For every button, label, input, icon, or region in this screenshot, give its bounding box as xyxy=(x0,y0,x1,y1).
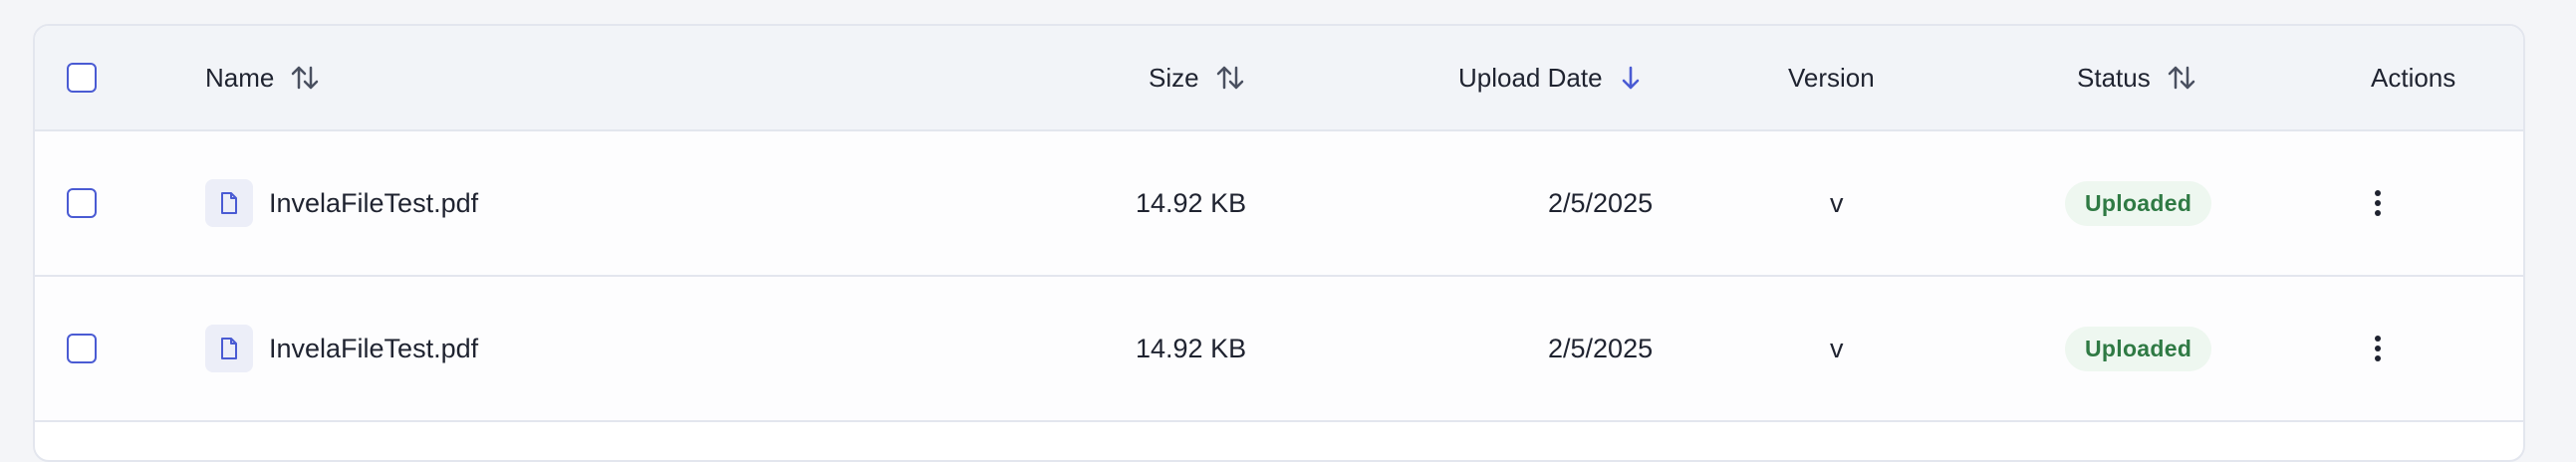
more-vertical-icon[interactable] xyxy=(2363,329,2393,368)
file-size: 14.92 KB xyxy=(1136,333,1247,363)
row-select-cell xyxy=(67,131,97,275)
column-header-status[interactable]: Status xyxy=(2077,26,2196,129)
table-header: Name Size Upload Date Version Status Act… xyxy=(35,26,2523,131)
status-cell: Uploaded xyxy=(2065,131,2212,275)
column-header-upload-date[interactable]: Upload Date xyxy=(1458,26,1643,129)
row-checkbox[interactable] xyxy=(67,334,97,363)
arrow-down-icon[interactable] xyxy=(1619,64,1643,92)
column-label-actions: Actions xyxy=(2371,62,2456,93)
column-header-version: Version xyxy=(1788,26,1875,129)
sort-arrows-icon[interactable] xyxy=(1215,64,1245,92)
column-label-size: Size xyxy=(1149,62,1199,93)
sort-arrows-icon[interactable] xyxy=(290,64,320,92)
file-icon xyxy=(205,179,253,227)
column-header-size[interactable]: Size xyxy=(1149,26,1245,129)
file-name: InvelaFileTest.pdf xyxy=(269,187,479,218)
column-header-actions: Actions xyxy=(2371,26,2455,129)
file-name-cell[interactable]: InvelaFileTest.pdf xyxy=(205,131,478,275)
column-label-upload-date: Upload Date xyxy=(1458,62,1603,93)
column-header-name[interactable]: Name xyxy=(205,26,320,129)
sort-arrows-icon[interactable] xyxy=(2167,64,2196,92)
status-badge: Uploaded xyxy=(2065,180,2212,226)
upload-date: 2/5/2025 xyxy=(1548,187,1654,218)
row-select-cell xyxy=(67,277,97,420)
select-all-checkbox[interactable] xyxy=(67,63,97,93)
column-label-name: Name xyxy=(205,62,275,93)
upload-date: 2/5/2025 xyxy=(1548,333,1654,363)
table-row[interactable]: InvelaFileTest.pdf 14.92 KB 2/5/2025 v U… xyxy=(35,277,2523,422)
actions-cell xyxy=(2363,131,2393,275)
version: v xyxy=(1830,333,1844,363)
version: v xyxy=(1830,187,1844,218)
file-size: 14.92 KB xyxy=(1136,187,1247,218)
file-name: InvelaFileTest.pdf xyxy=(269,333,479,363)
row-checkbox[interactable] xyxy=(67,188,97,218)
actions-cell xyxy=(2363,277,2393,420)
column-label-status: Status xyxy=(2077,62,2151,93)
column-label-version: Version xyxy=(1788,62,1875,93)
status-cell: Uploaded xyxy=(2065,277,2212,420)
table-row[interactable]: InvelaFileTest.pdf 14.92 KB 2/5/2025 v U… xyxy=(35,131,2523,277)
more-vertical-icon[interactable] xyxy=(2363,183,2393,223)
file-name-cell[interactable]: InvelaFileTest.pdf xyxy=(205,277,478,420)
select-all-cell xyxy=(67,26,97,129)
file-icon xyxy=(205,325,253,372)
files-table: Name Size Upload Date Version Status Act… xyxy=(33,24,2525,462)
status-badge: Uploaded xyxy=(2065,326,2212,371)
